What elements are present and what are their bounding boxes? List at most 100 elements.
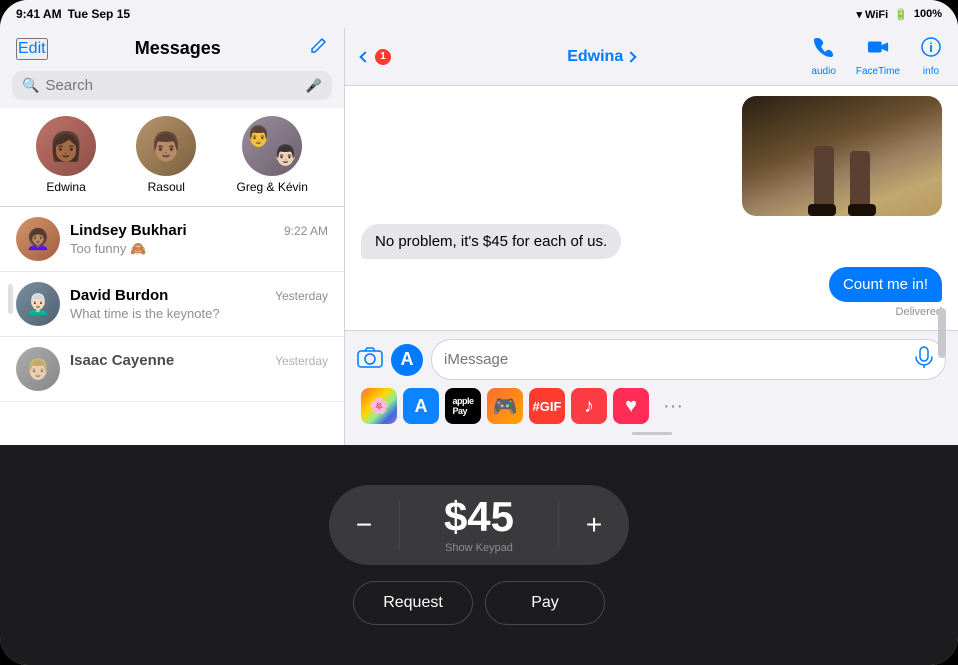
message-content-lindsey: Lindsey Bukhari 9:22 AM Too funny 🙈 [70,222,328,257]
scroll-indicator [632,432,672,435]
pinned-contacts: 👩🏾 Edwina 👨🏽 Rasoul 👨 👨🏻 Greg & Kévi [0,108,344,207]
status-bar-left: 9:41 AM Tue Sep 15 [16,7,130,21]
home-indicator [938,308,946,358]
message-bubble-left: No problem, it's $45 for each of us. [361,224,621,259]
facetime-label: FaceTime [856,66,900,77]
message-input-wrapper [431,339,946,380]
amount-display: $45 Show Keypad [400,496,558,554]
sidebar-title: Messages [135,38,221,59]
amount-value: $45 [444,496,514,538]
status-bar-right: ▾ WiFi 🔋 100% [856,8,942,21]
conversation-item-david[interactable]: 👨🏻‍🦳 David Burdon Yesterday What time is… [0,272,344,337]
avatar-david: 👨🏻‍🦳 [16,282,60,326]
avatar-lindsey: 👩🏽‍🦱 [16,217,60,261]
sidebar-header: Edit Messages [0,28,344,67]
camera-button[interactable] [357,346,383,374]
request-button[interactable]: Request [353,581,473,625]
status-date: Tue Sep 15 [68,7,130,21]
message-header-isaac: Isaac Cayenne Yesterday [70,352,328,369]
message-input[interactable] [444,351,915,368]
status-bar: 9:41 AM Tue Sep 15 ▾ WiFi 🔋 100% [0,0,958,28]
battery-percent: 100% [914,8,942,20]
chevron-back-icon [359,51,370,62]
photos-app-icon[interactable]: 🌸 [361,388,397,424]
chat-panel: 1 Edwina audio [345,28,958,445]
edit-button[interactable]: Edit [16,38,48,60]
pinned-contact-name-rasoul: Rasoul [148,180,185,194]
music-icon[interactable]: ♪ [571,388,607,424]
audio-call-button[interactable]: audio [811,36,835,77]
gifs-icon[interactable]: #GIF [529,388,565,424]
avatar-edwina: 👩🏾 [36,116,96,176]
app-icons-row: 🌸 A applePay 🎮 #GIF ♪ [357,380,946,428]
audio-label: audio [811,66,835,77]
mic-icon[interactable]: 🎤 [306,78,322,94]
chevron-right-icon [626,51,637,62]
message-list: 👩🏽‍🦱 Lindsey Bukhari 9:22 AM Too funny 🙈… [0,207,344,445]
message-time-isaac: Yesterday [275,354,328,368]
chat-messages: No problem, it's $45 for each of us. Cou… [345,86,958,330]
svg-text:i: i [929,40,933,55]
info-label: info [923,66,939,77]
chat-input-bar: A [345,330,958,445]
pay-button[interactable]: Pay [485,581,605,625]
search-input[interactable] [45,77,299,94]
info-button[interactable]: i info [920,36,942,77]
contact-name-david: David Burdon [70,287,168,304]
avatar-rasoul: 👨🏽 [136,116,196,176]
info-icon: i [920,36,942,64]
pinned-contact-greg-kevin[interactable]: 👨 👨🏻 Greg & Kévin [237,116,308,194]
photo-legs-detail [802,126,882,216]
photo-message [742,96,942,216]
message-time-david: Yesterday [275,289,328,303]
facetime-icon [867,36,889,64]
contact-name-lindsey: Lindsey Bukhari [70,222,187,239]
plus-button[interactable]: + [559,485,629,565]
pinned-contact-rasoul[interactable]: 👨🏽 Rasoul [136,116,196,194]
pinned-contact-name-greg-kevin: Greg & Kévin [237,180,308,194]
applepay-icon[interactable]: applePay [445,388,481,424]
heart-icon[interactable]: ♥ [613,388,649,424]
pay-actions: Request Pay [353,581,605,625]
games-icon[interactable]: 🎮 [487,388,523,424]
app-store-icon: A [401,349,414,370]
compose-button[interactable] [308,36,328,61]
more-apps-button[interactable]: ··· [655,388,691,424]
wifi-icon: ▾ WiFi [856,8,888,21]
message-bubble-right: Count me in! [829,267,942,302]
battery-icon: 🔋 [894,8,908,21]
input-row: A [357,339,946,380]
chat-header: 1 Edwina audio [345,28,958,86]
app-store-button[interactable]: A [391,344,423,376]
main-content: Edit Messages 🔍 🎤 👩🏾 [0,28,958,445]
show-keypad-button[interactable]: Show Keypad [445,542,513,554]
message-preview-isaac [70,371,328,386]
contact-name-isaac: Isaac Cayenne [70,352,174,369]
avatar-greg-kevin: 👨 👨🏻 [242,116,302,176]
conversation-item-isaac[interactable]: 👨🏼 Isaac Cayenne Yesterday [0,337,344,402]
message-header-lindsey: Lindsey Bukhari 9:22 AM [70,222,328,239]
message-content-isaac: Isaac Cayenne Yesterday [70,352,328,386]
back-button[interactable]: 1 [361,49,391,65]
audio-input-button[interactable] [915,346,933,373]
apple-pay-panel: − $45 Show Keypad + Request Pay [0,445,958,665]
amount-control: − $45 Show Keypad + [329,485,629,565]
minus-button[interactable]: − [329,485,399,565]
search-bar[interactable]: 🔍 🎤 [12,71,332,100]
messages-sidebar: Edit Messages 🔍 🎤 👩🏾 [0,28,345,445]
chat-contact-name[interactable]: Edwina [567,48,635,66]
pinned-contact-edwina[interactable]: 👩🏾 Edwina [36,116,96,194]
appstore-app-icon[interactable]: A [403,388,439,424]
message-preview-lindsey: Too funny 🙈 [70,241,328,257]
avatar-isaac: 👨🏼 [16,347,60,391]
phone-icon [813,36,835,64]
ipad-frame: 9:41 AM Tue Sep 15 ▾ WiFi 🔋 100% Edit Me… [0,0,958,665]
message-preview-david: What time is the keynote? [70,306,328,321]
side-button [8,284,13,314]
status-time: 9:41 AM [16,7,62,21]
chat-actions: audio FaceTime [811,36,942,77]
delivered-status: Delivered [896,306,942,318]
pinned-contact-name-edwina: Edwina [46,180,85,194]
facetime-button[interactable]: FaceTime [856,36,900,77]
conversation-item-lindsey[interactable]: 👩🏽‍🦱 Lindsey Bukhari 9:22 AM Too funny 🙈 [0,207,344,272]
